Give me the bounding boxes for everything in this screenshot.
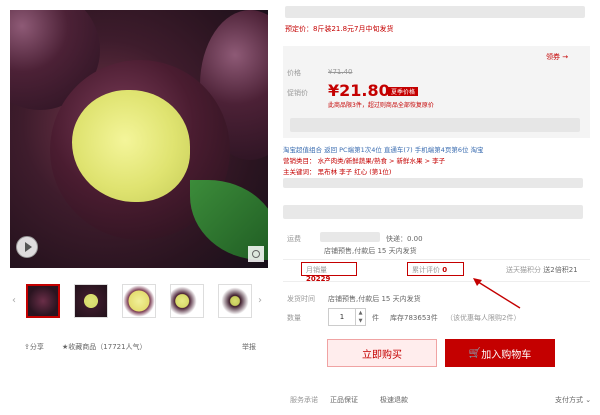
favorite-label: 收藏商品 [68, 343, 97, 351]
reviews-value: 0 [442, 266, 448, 274]
points-label: 送天猫积分 [506, 266, 541, 274]
quantity-stepper[interactable]: ▲ ▼ [356, 308, 366, 326]
video-play-button[interactable] [16, 236, 38, 258]
promo-detail [290, 118, 580, 132]
thumbnail-2[interactable] [74, 284, 108, 318]
service-label: 服务承诺 [290, 396, 318, 404]
purchase-limit: （该优惠每人限购2件） [446, 314, 521, 322]
ship-time-label: 发货时间 [287, 295, 315, 303]
info-row [283, 205, 583, 219]
thumbnail-4[interactable] [170, 284, 204, 318]
thumb-prev-icon[interactable]: ‹ [12, 295, 20, 307]
quantity-input[interactable]: 1 [328, 308, 356, 326]
marketing-line[interactable]: 淘宝超值组合 返回 PC端第1次4位 直通车(7) 手机端第4页第6位 淘宝 [283, 144, 484, 154]
thumbnail-5[interactable] [218, 284, 252, 318]
product-title [285, 6, 585, 18]
cart-icon: 🛒 [468, 347, 482, 359]
promo-tag: 夏季价格 [388, 87, 419, 96]
divider [283, 281, 590, 282]
service-genuine[interactable]: 正品保证 [330, 395, 358, 405]
shipping-label: 运费 [287, 235, 301, 243]
monthly-sales: 月销量 20229 [301, 262, 357, 283]
service-refund[interactable]: 极速退款 [380, 395, 408, 405]
add-cart-label: 加入购物车 [481, 349, 532, 361]
buy-now-button[interactable]: 立即购买 [327, 339, 437, 367]
payment-label: 支付方式 [555, 396, 583, 404]
ship-time-value: 店铺预售,付款后 15 天内发货 [328, 295, 421, 303]
reviews-label: 累计评价 [412, 266, 440, 274]
share-link[interactable]: ⇪分享 [24, 342, 44, 352]
shipping-value: 快递：0.00 [386, 235, 423, 243]
report-label: 举报 [242, 343, 256, 351]
sales-label: 月销量 [306, 266, 327, 274]
category-line: 营销类目： 水产肉类/新鲜蔬果/熟食 > 新鲜水果 > 李子 [283, 157, 446, 165]
share-label: 分享 [29, 343, 44, 351]
tmall-points: 送天猫积分 送2倍积21 [506, 265, 578, 275]
presale-notice: 预定价：8斤装21.8元7月中旬发货 [285, 25, 394, 33]
add-to-cart-button[interactable]: 🛒 加入购物车 [445, 339, 555, 367]
coupon-link[interactable]: 领券 → [546, 52, 568, 62]
original-price: ¥71.40 [328, 68, 353, 76]
zoom-icon[interactable] [248, 246, 264, 262]
popularity-count: （17721人气） [96, 343, 147, 351]
qty-label: 数量 [287, 314, 301, 322]
qty-unit: 件 [372, 314, 379, 322]
price-label: 价格 [287, 69, 301, 77]
thumb-next-icon[interactable]: › [258, 295, 266, 307]
thumbnail-1[interactable] [26, 284, 60, 318]
chevron-down-icon: ⌄ [585, 396, 592, 404]
total-reviews[interactable]: 累计评价 0 [407, 262, 464, 276]
shipping-note: 店铺预售,付款后 15 天内发货 [324, 247, 417, 255]
stock: 库存783653件 [390, 314, 438, 322]
promo-price: ¥21.80 [328, 81, 390, 100]
extra-info [283, 178, 583, 188]
main-product-image[interactable] [10, 10, 268, 268]
favorite-link[interactable]: ★收藏商品（17721人气） [62, 342, 147, 352]
divider [283, 259, 590, 260]
thumbnail-3[interactable] [122, 284, 156, 318]
promo-label: 促销价 [287, 89, 308, 97]
payment-link[interactable]: 支付方式 ⌄ [555, 395, 591, 405]
promo-note: 此商品限3件，超过则商品全部恢复原价 [328, 102, 434, 109]
play-icon [24, 242, 32, 252]
report-link[interactable]: 举报 [242, 342, 256, 352]
annotation-arrow [473, 278, 521, 309]
shipping-origin [320, 232, 380, 242]
points-value: 送2倍积21 [543, 266, 578, 274]
keyword-line: 主关键词： 黑布林 李子 红心 (第1位) [283, 168, 392, 176]
